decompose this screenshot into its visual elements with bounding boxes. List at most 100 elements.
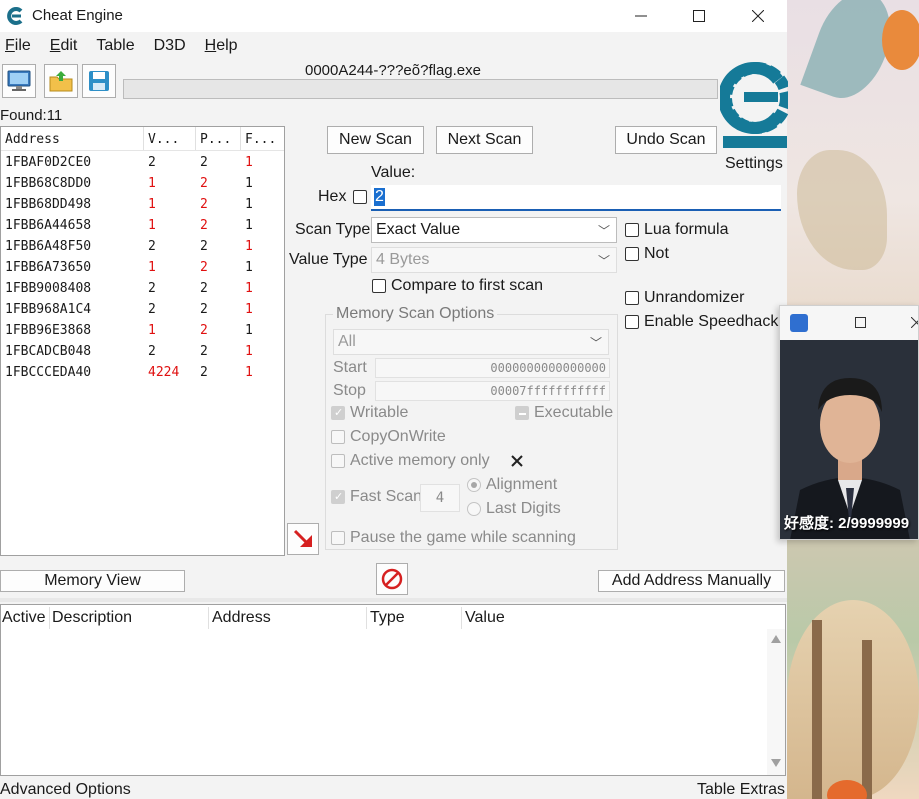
affection-caption: 好感度: 2/9999999 [784, 515, 910, 532]
result-row[interactable]: 1FBCCCEDA40 4224 2 1 [1, 361, 284, 382]
scroll-down-icon[interactable] [771, 759, 781, 767]
maximize-icon[interactable] [855, 317, 866, 328]
menu-table[interactable]: Table [91, 34, 134, 60]
result-row[interactable]: 1FBB6A44658 1 2 1 [1, 214, 284, 235]
compare-first-label: Compare to first scan [391, 277, 544, 294]
result-row[interactable]: 1FBB96E3868 1 2 1 [1, 319, 284, 340]
stop-address-input[interactable]: 00007fffffffffff [375, 381, 610, 401]
stop-label: Stop [333, 382, 366, 399]
close-icon [752, 10, 764, 22]
table-scrollbar[interactable] [767, 629, 785, 775]
result-value: 1 [148, 218, 156, 233]
result-first: 1 [245, 365, 253, 380]
col-previous[interactable]: P... [196, 127, 241, 150]
advanced-options-link[interactable]: Advanced Options [0, 781, 131, 799]
pause-game-checkbox[interactable] [331, 531, 345, 545]
result-row[interactable]: 1FBB68C8DD0 1 2 1 [1, 172, 284, 193]
open-process-button[interactable] [2, 64, 36, 98]
value-type-label: Value Type [289, 251, 368, 268]
mini-title-bar[interactable] [780, 306, 919, 340]
copyonwrite-checkbox[interactable] [331, 430, 345, 444]
col-type[interactable]: Type [370, 609, 405, 627]
fast-scan-label: Fast Scan [350, 488, 423, 505]
maximize-button[interactable] [670, 0, 728, 32]
value-type-select[interactable]: 4 Bytes ﹀ [371, 247, 617, 273]
add-address-manually-button[interactable]: Add Address Manually [598, 570, 785, 592]
unrandomizer-label: Unrandomizer [644, 289, 745, 306]
minimize-button[interactable] [612, 0, 670, 32]
undo-scan-button[interactable]: Undo Scan [615, 126, 717, 154]
result-row[interactable]: 1FBB68DD498 1 2 1 [1, 193, 284, 214]
col-description[interactable]: Description [52, 609, 132, 627]
active-memory-label: Active memory only [350, 452, 490, 469]
memory-region-select[interactable]: All ﹀ [333, 329, 609, 355]
col-active[interactable]: Active [2, 609, 46, 627]
col-table-address[interactable]: Address [212, 609, 271, 627]
save-button[interactable] [82, 64, 116, 98]
table-extras-link[interactable]: Table Extras [697, 781, 785, 799]
col-first[interactable]: F... [241, 127, 284, 150]
cheat-engine-window: Cheat Engine File Edit Table D3D Help 00… [0, 0, 788, 799]
settings-link[interactable]: Settings [725, 155, 783, 173]
result-previous: 2 [200, 281, 208, 296]
writable-checkbox[interactable] [331, 406, 345, 420]
col-address[interactable]: Address [1, 127, 144, 150]
lua-formula-checkbox[interactable] [625, 223, 639, 237]
compare-first-checkbox[interactable] [372, 279, 386, 293]
new-scan-button[interactable]: New Scan [327, 126, 424, 154]
hex-checkbox[interactable] [353, 190, 367, 204]
close-icon[interactable] [911, 317, 919, 328]
speedhack-checkbox[interactable] [625, 315, 639, 329]
result-row[interactable]: 1FBCADCB048 2 2 1 [1, 340, 284, 361]
result-first: 1 [245, 239, 253, 254]
result-row[interactable]: 1FBAF0D2CE0 2 2 1 [1, 151, 284, 172]
result-first: 1 [245, 197, 253, 212]
portrait-image [780, 340, 918, 539]
fast-scan-value-input[interactable]: 4 [420, 484, 460, 512]
menu-d3d[interactable]: D3D [149, 34, 186, 60]
result-row[interactable]: 1FBB6A48F50 2 2 1 [1, 235, 284, 256]
close-icon[interactable] [511, 455, 523, 467]
unrandomizer-checkbox[interactable] [625, 291, 639, 305]
result-row[interactable]: 1FBB6A73650 1 2 1 [1, 256, 284, 277]
next-scan-button[interactable]: Next Scan [436, 126, 533, 154]
memory-region-value: All [338, 333, 356, 350]
address-table[interactable]: Active Description Address Type Value [0, 604, 786, 776]
character-portrait: 好感度: 2/9999999 [780, 340, 918, 539]
start-address-input[interactable]: 0000000000000000 [375, 358, 610, 378]
scan-results-list[interactable]: Address V... P... F... 1FBAF0D2CE0 2 2 1 1FB… [0, 126, 285, 556]
result-row[interactable]: 1FBB9008408 2 2 1 [1, 277, 284, 298]
active-memory-checkbox[interactable] [331, 454, 345, 468]
scroll-up-icon[interactable] [771, 635, 781, 643]
result-previous: 2 [200, 260, 208, 275]
not-checkbox[interactable] [625, 247, 639, 261]
menu-file[interactable]: File [0, 34, 31, 60]
result-value: 1 [148, 176, 156, 191]
open-file-button[interactable] [44, 64, 78, 98]
alignment-label: Alignment [486, 476, 558, 493]
results-header: Address V... P... F... [1, 127, 284, 151]
title-bar[interactable]: Cheat Engine [0, 0, 787, 32]
fast-scan-checkbox[interactable] [331, 490, 345, 504]
scan-type-select[interactable]: Exact Value ﹀ [371, 217, 617, 243]
add-to-list-button[interactable] [287, 523, 319, 555]
result-row[interactable]: 1FBB968A1C4 2 2 1 [1, 298, 284, 319]
splitter[interactable] [0, 598, 787, 602]
game-mini-window[interactable]: 好感度: 2/9999999 [779, 305, 919, 540]
chevron-down-icon: ﹀ [597, 224, 610, 238]
alignment-radio[interactable] [467, 478, 481, 492]
result-first: 1 [245, 260, 253, 275]
memory-view-button[interactable]: Memory View [0, 570, 185, 592]
writable-label: Writable [350, 404, 409, 421]
close-button[interactable] [729, 0, 787, 32]
stop-button[interactable] [376, 563, 408, 595]
col-value[interactable]: V... [144, 127, 196, 150]
menu-help[interactable]: Help [200, 34, 238, 60]
col-table-value[interactable]: Value [465, 609, 505, 627]
cheat-engine-logo-icon[interactable] [720, 58, 788, 150]
result-value: 1 [148, 260, 156, 275]
menu-edit[interactable]: Edit [45, 34, 78, 60]
executable-checkbox[interactable] [515, 406, 529, 420]
value-input[interactable]: 2 [371, 185, 781, 211]
last-digits-radio[interactable] [467, 502, 481, 516]
